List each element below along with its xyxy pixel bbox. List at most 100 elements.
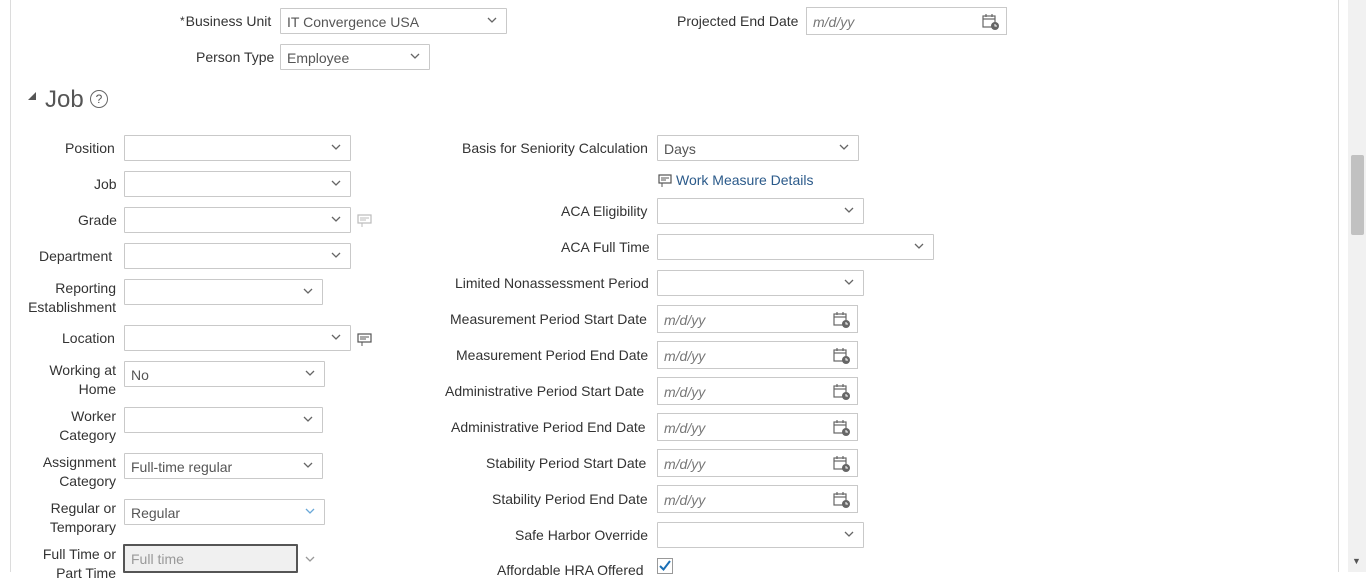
chevron-down-icon [304,552,316,570]
seniority-basis-select[interactable]: Days [657,135,859,161]
chevron-down-icon [330,177,342,189]
section-title: Job [45,86,84,113]
date-placeholder: m/d/yy [664,312,706,328]
work-measure-details-link[interactable]: Work Measure Details [676,172,813,188]
chevron-down-icon [486,14,498,26]
measurement-end-label: Measurement Period End Date [456,347,649,363]
reporting-establishment-label: Reporting Establishment [28,280,116,315]
administrative-start-input[interactable]: m/d/yy [657,377,858,405]
collapse-triangle-icon[interactable] [28,92,36,100]
date-placeholder: m/d/yy [813,14,855,30]
chevron-down-icon [843,276,855,288]
full-time-or-part-time-label: Full Time or Part Time [42,546,116,581]
assignment-category-label: Assignment Category [42,454,116,489]
chevron-down-icon [913,240,925,252]
regular-or-temporary-label: Regular or Temporary [49,500,116,535]
stability-start-label: Stability Period Start Date [486,455,647,471]
working-at-home-label: Working at Home [49,362,116,397]
projected-end-date-input[interactable]: m/d/yy [806,7,1007,35]
person-type-label: Person Type [196,49,275,65]
full-time-or-part-time-value: Full time [131,551,184,567]
position-label: Position [65,140,115,156]
full-time-or-part-time-select[interactable]: Full time [123,544,298,573]
limited-nonassessment-select[interactable] [657,270,864,296]
department-select[interactable] [124,243,351,269]
administrative-start-label: Administrative Period Start Date [445,383,645,399]
chevron-down-icon [302,459,314,471]
grade-select[interactable] [124,207,351,233]
chevron-down-icon [302,285,314,297]
person-type-value: Employee [287,50,350,66]
worker-category-select[interactable] [124,407,323,433]
affordable-hra-label: Affordable HRA Offered [497,562,644,578]
scrollbar-thumb[interactable] [1351,155,1364,235]
details-icon[interactable] [658,174,672,188]
scroll-down-arrow[interactable]: ▼ [1352,556,1361,566]
working-at-home-value: No [131,367,149,383]
regular-or-temporary-select[interactable]: Regular [124,499,325,525]
working-at-home-select[interactable]: No [124,361,325,387]
projected-end-date-label: Projected End Date [677,13,799,29]
calendar-icon[interactable] [833,455,851,473]
assignment-category-value: Full-time regular [131,459,233,475]
stability-start-input[interactable]: m/d/yy [657,449,858,477]
chevron-down-icon [843,204,855,216]
calendar-icon[interactable] [982,13,1000,31]
calendar-icon[interactable] [833,419,851,437]
chevron-down-icon [330,249,342,261]
location-select[interactable] [124,325,351,351]
safe-harbor-label: Safe Harbor Override [515,527,649,543]
chevron-down-icon [838,141,850,153]
required-mark: * [180,14,185,28]
limited-nonassessment-label: Limited Nonassessment Period [455,275,649,291]
grade-label: Grade [78,212,117,228]
vertical-scrollbar[interactable] [1348,0,1366,572]
stability-end-input[interactable]: m/d/yy [657,485,858,513]
seniority-basis-value: Days [664,141,696,157]
chevron-down-icon [330,213,342,225]
measurement-start-input[interactable]: m/d/yy [657,305,858,333]
calendar-icon[interactable] [833,311,851,329]
help-icon[interactable]: ? [90,90,108,108]
business-unit-label: *Business Unit [180,13,272,29]
aca-full-time-label: ACA Full Time [561,239,650,255]
date-placeholder: m/d/yy [664,456,706,472]
chevron-down-icon [304,367,316,379]
assignment-category-select[interactable]: Full-time regular [124,453,323,479]
worker-category-label: Worker Category [59,408,116,443]
seniority-basis-label: Basis for Seniority Calculation [462,140,648,156]
calendar-icon[interactable] [833,347,851,365]
business-unit-select[interactable]: IT Convergence USA [280,8,507,34]
department-label: Department [39,248,113,264]
date-placeholder: m/d/yy [664,420,706,436]
chevron-down-icon [330,331,342,343]
calendar-icon[interactable] [833,491,851,509]
reporting-establishment-select[interactable] [124,279,323,305]
administrative-end-input[interactable]: m/d/yy [657,413,858,441]
location-label: Location [62,330,115,346]
business-unit-value: IT Convergence USA [287,14,420,30]
chevron-down-icon [409,50,421,62]
measurement-end-input[interactable]: m/d/yy [657,341,858,369]
aca-eligibility-label: ACA Eligibility [561,203,648,219]
chevron-down-icon [302,413,314,425]
content-border-left [10,0,11,572]
chevron-down-icon [843,528,855,540]
safe-harbor-select[interactable] [657,522,864,548]
details-icon[interactable] [357,333,373,347]
regular-or-temporary-value: Regular [131,505,181,521]
person-type-select[interactable]: Employee [280,44,430,70]
position-select[interactable] [124,135,351,161]
job-select[interactable] [124,171,351,197]
aca-full-time-select[interactable] [657,234,934,260]
stability-end-label: Stability Period End Date [492,491,648,507]
job-label: Job [94,176,117,192]
date-placeholder: m/d/yy [664,384,706,400]
administrative-end-label: Administrative Period End Date [451,419,646,435]
chevron-down-icon [304,505,316,517]
details-icon [357,214,373,228]
measurement-start-label: Measurement Period Start Date [450,311,647,327]
aca-eligibility-select[interactable] [657,198,864,224]
date-placeholder: m/d/yy [664,348,706,364]
calendar-icon[interactable] [833,383,851,401]
